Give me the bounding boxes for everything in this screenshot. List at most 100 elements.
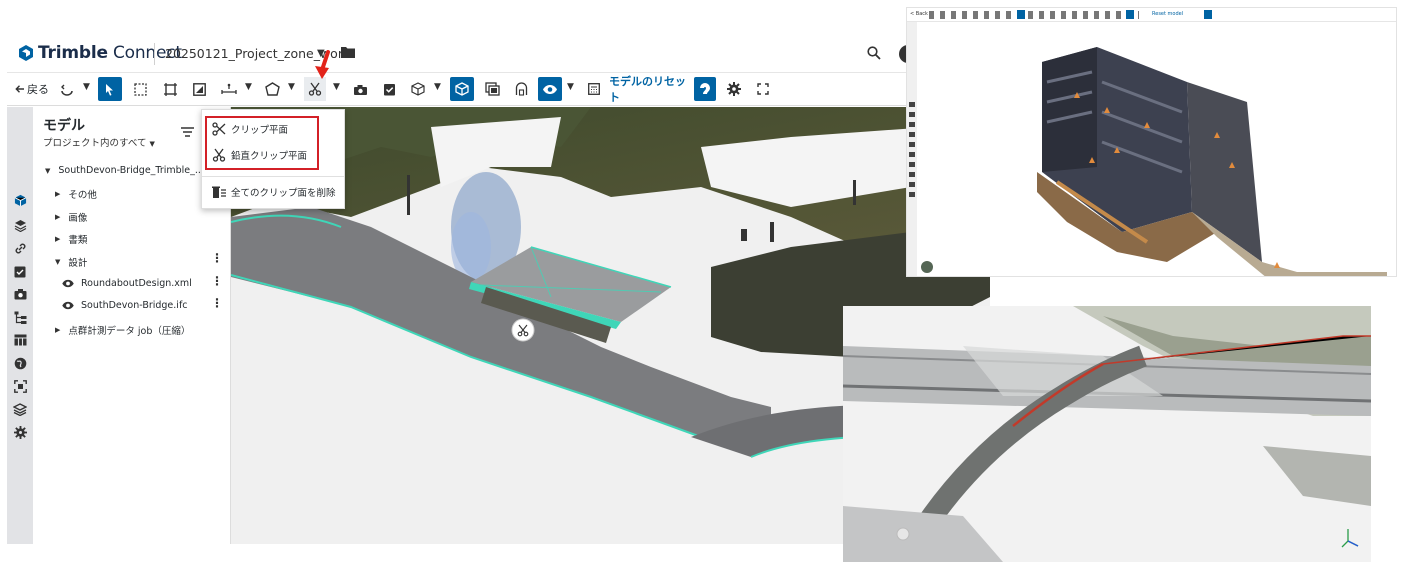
camera-plus-icon — [353, 84, 367, 95]
settings-button[interactable] — [723, 77, 745, 101]
measure-button[interactable] — [217, 77, 241, 101]
fullscreen-button[interactable] — [752, 77, 774, 101]
views-nav[interactable] — [13, 287, 27, 301]
panel-title: モデル — [43, 118, 85, 134]
scope-selector[interactable]: プロジェクト内のすべて ▼ — [43, 135, 155, 149]
tree-item[interactable]: ▶ 点群計測データ job（圧縮） — [55, 323, 190, 337]
eye-icon[interactable] — [61, 279, 75, 288]
more-options-icon[interactable]: ⋮ — [211, 251, 223, 265]
vertical-clip-plane-option[interactable]: 鉛直クリップ平面 — [212, 148, 307, 162]
layers-nav[interactable] — [13, 218, 27, 232]
back-button[interactable]: < Back — [910, 11, 928, 17]
chevron-down-icon[interactable]: ▼ — [245, 82, 252, 92]
models-nav[interactable] — [13, 193, 27, 207]
markup-icon — [192, 82, 206, 96]
tree-nav[interactable] — [13, 310, 27, 324]
scissors-icon — [308, 82, 322, 96]
help-button[interactable] — [694, 77, 716, 101]
clip-plane-button[interactable] — [304, 77, 326, 101]
vertical-scissors-icon — [212, 148, 226, 162]
checklist-nav[interactable] — [13, 264, 27, 278]
settings-nav[interactable] — [13, 425, 27, 439]
fullscreen-icon — [757, 83, 769, 95]
filter-icon[interactable] — [181, 127, 194, 137]
clip-plane-option[interactable]: クリップ平面 — [212, 122, 288, 136]
ghost-button[interactable] — [510, 77, 532, 101]
eye-icon[interactable] — [61, 301, 75, 310]
tree-item[interactable]: SouthDevon-Bridge.ifc — [61, 300, 188, 311]
cube-icon — [14, 194, 26, 206]
select-tool-button[interactable] — [98, 77, 122, 101]
left-rail — [7, 107, 33, 544]
hexagon-icon — [264, 82, 280, 96]
help-button[interactable] — [1204, 10, 1212, 19]
folder-icon[interactable] — [341, 46, 355, 58]
extensions-nav[interactable] — [13, 402, 27, 416]
clip-plane-dropdown: クリップ平面 鉛直クリップ平面 全てのクリップ面を削除 — [201, 109, 345, 209]
checklist-button[interactable] — [378, 77, 400, 101]
orbit-icon — [61, 84, 73, 96]
caret-right-icon: ▶ — [55, 213, 61, 221]
back-button[interactable]: 戻る — [13, 77, 51, 101]
perspective-button[interactable] — [1126, 10, 1134, 19]
tree-item[interactable]: ▼ 設計 — [55, 255, 87, 269]
mini-left-rail — [907, 22, 917, 276]
chevron-down-icon[interactable]: ▼ — [333, 82, 340, 92]
cube-icon — [455, 82, 469, 96]
brand-name: Trimble Connect — [38, 43, 182, 63]
visibility-button[interactable] — [538, 77, 562, 101]
road-alignment-screenshot — [843, 306, 1371, 562]
stack-icon — [13, 402, 27, 416]
brand-divider — [154, 43, 155, 65]
viewer-toolbar: 戻る ▼ ▼ ▼ ▼ ▼ ▼ モデルのリセット — [7, 73, 990, 106]
tree-item[interactable]: RoundaboutDesign.xml — [61, 278, 192, 289]
dashed-square-icon — [133, 82, 147, 96]
caret-right-icon: ▶ — [55, 326, 61, 334]
markup-button[interactable] — [188, 77, 210, 101]
tree-item[interactable]: ▼ SouthDevon-Bridge_Trimble_... — [45, 165, 204, 176]
chevron-down-icon[interactable]: ▼ — [288, 82, 295, 92]
chevron-down-icon: ▼ — [149, 140, 155, 148]
search-icon[interactable] — [867, 46, 881, 60]
tree-item[interactable]: ▶ 書類 — [55, 232, 87, 246]
layers-view-button[interactable] — [481, 77, 503, 101]
chevron-down-icon[interactable]: ▼ — [83, 82, 90, 92]
table-nav[interactable] — [13, 333, 27, 347]
clipboard-check-icon — [14, 266, 26, 277]
arrow-left-icon — [15, 85, 24, 93]
chevron-down-icon[interactable]: ▼ — [434, 82, 441, 92]
hierarchy-icon — [14, 311, 26, 324]
caret-right-icon: ▶ — [55, 235, 61, 243]
select-tool-button[interactable] — [1017, 10, 1025, 19]
globe-nav[interactable] — [13, 356, 27, 370]
section-box-button[interactable] — [159, 77, 181, 101]
gear-icon — [13, 425, 27, 439]
perspective-button[interactable] — [450, 77, 474, 101]
caret-down-icon: ▼ — [45, 166, 51, 175]
globe-icon — [14, 357, 26, 369]
object-button[interactable] — [407, 77, 429, 101]
box-select-button[interactable] — [129, 77, 151, 101]
chevron-down-icon[interactable]: ▼ — [567, 82, 574, 92]
focus-nav[interactable] — [13, 379, 27, 393]
cube-outline-icon — [411, 82, 425, 96]
tree-item[interactable]: ▶ 画像 — [55, 210, 87, 224]
more-options-icon[interactable]: ⋮ — [211, 296, 223, 310]
reset-model-button[interactable]: Reset model — [1152, 11, 1183, 17]
camera-button[interactable] — [349, 77, 371, 101]
links-nav[interactable] — [13, 241, 27, 255]
caret-down-icon: ▼ — [55, 258, 61, 266]
calculator-button[interactable] — [584, 77, 604, 101]
mini-toolbar: < Back Reset model — [907, 8, 1396, 22]
reset-model-button[interactable]: モデルのリセット — [609, 75, 689, 104]
tree-item[interactable]: ▶ その他 — [55, 187, 97, 201]
more-options-icon[interactable]: ⋮ — [211, 274, 223, 288]
orbit-button[interactable] — [57, 77, 77, 101]
mini-toolbar-icons — [929, 11, 1139, 19]
delete-all-clip-planes-option[interactable]: 全てのクリップ面を削除 — [212, 185, 336, 199]
shape-button[interactable] — [261, 77, 283, 101]
crop-square-icon — [163, 82, 177, 96]
help-icon — [700, 83, 710, 94]
camera-icon — [14, 289, 26, 300]
trimble-logo-icon — [19, 45, 33, 61]
